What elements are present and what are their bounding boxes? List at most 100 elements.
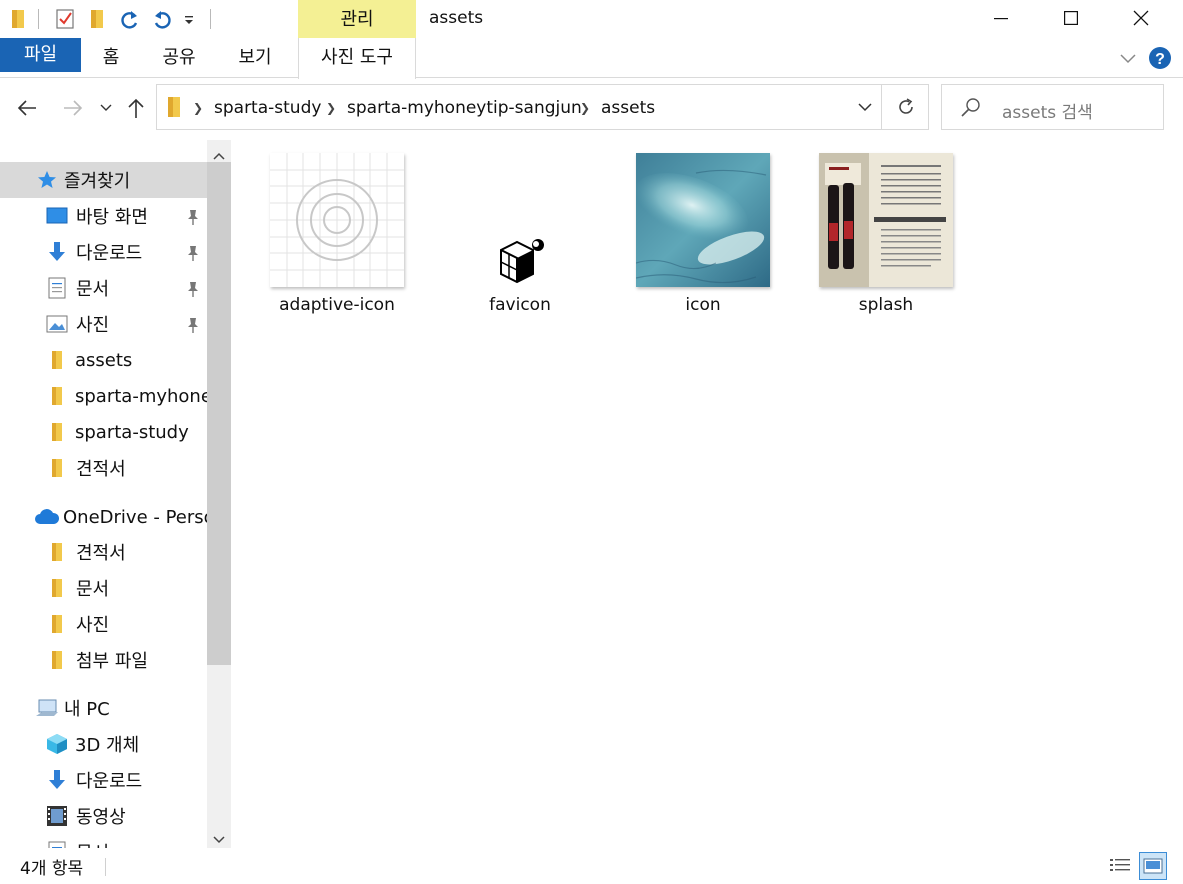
nav-sparta-study[interactable]: sparta-study: [0, 414, 207, 450]
desktop-icon: [46, 205, 68, 227]
folder-icon: [46, 349, 68, 371]
nav-onedrive-attachments[interactable]: 첨부 파일: [0, 642, 207, 678]
title-bar: 관리 assets: [0, 0, 1183, 38]
file-list: adaptive-icon favicon icon splash: [232, 140, 1183, 848]
tab-share[interactable]: 공유: [156, 38, 202, 78]
navigation-scrollbar[interactable]: [207, 140, 231, 848]
large-icons-view-button[interactable]: [1139, 852, 1167, 880]
cloud-icon: [34, 506, 60, 528]
folder-icon: [46, 421, 68, 443]
folder-icon: [167, 96, 181, 118]
splash-thumbnail: [819, 153, 953, 287]
chevron-right-icon: ❯: [193, 101, 204, 115]
svg-text:?: ?: [1155, 51, 1165, 68]
ribbon-expand-icon[interactable]: [1118, 50, 1138, 66]
scroll-down-icon[interactable]: [213, 830, 225, 850]
nav-videos[interactable]: 동영상: [0, 798, 207, 834]
adaptive-icon-thumbnail: [270, 153, 404, 287]
close-button[interactable]: [1106, 0, 1176, 36]
nav-assets[interactable]: assets: [0, 342, 207, 378]
folder-icon: [46, 541, 68, 563]
customize-toolbar-icon[interactable]: [183, 6, 195, 32]
file-item[interactable]: icon: [621, 140, 771, 320]
chevron-right-icon: ❯: [580, 101, 591, 115]
address-bar[interactable]: ❯ sparta-study ❯ sparta-myhoneytip-sangj…: [156, 84, 929, 130]
redo-icon[interactable]: [119, 6, 141, 32]
pin-icon: [188, 246, 198, 261]
folder-icon: [46, 457, 68, 479]
breadcrumb-assets[interactable]: assets: [601, 98, 655, 118]
chevron-right-icon: ❯: [326, 101, 337, 115]
file-name: adaptive-icon: [279, 295, 395, 315]
film-icon: [46, 805, 68, 827]
search-input[interactable]: assets 검색: [941, 84, 1164, 130]
icon-thumbnail: [633, 153, 770, 287]
up-button[interactable]: [122, 92, 150, 124]
pin-icon: [188, 210, 198, 225]
nav-pc-downloads[interactable]: 다운로드: [0, 762, 207, 798]
status-bar: 4개 항목: [0, 848, 1183, 884]
favicon-thumbnail: [453, 153, 587, 287]
nav-downloads[interactable]: 다운로드: [0, 234, 207, 270]
nav-desktop[interactable]: 바탕 화면: [0, 198, 207, 234]
cube-3d-icon: [46, 733, 68, 755]
details-view-button[interactable]: [1106, 852, 1134, 880]
undo-icon[interactable]: [151, 6, 173, 32]
folder-icon: [46, 385, 68, 407]
nav-documents[interactable]: 문서: [0, 270, 207, 306]
folder-icon: [46, 577, 68, 599]
folder-icon: [46, 649, 68, 671]
maximize-button[interactable]: [1036, 0, 1106, 36]
document-icon: [46, 277, 68, 299]
nav-onedrive-estimate[interactable]: 견적서: [0, 534, 207, 570]
window-title: assets: [429, 8, 484, 28]
pin-icon: [188, 318, 198, 333]
navigation-pane: 즐겨찾기 바탕 화면 다운로드 문서 사진 assets sparta-myho…: [0, 140, 207, 848]
breadcrumb-sparta-study[interactable]: sparta-study: [214, 98, 321, 118]
nav-estimate[interactable]: 견적서: [0, 450, 207, 486]
file-name: splash: [858, 295, 914, 315]
tab-file[interactable]: 파일: [0, 38, 81, 72]
nav-pc-documents[interactable]: 문서: [0, 834, 207, 848]
back-button[interactable]: [10, 92, 44, 124]
minimize-button[interactable]: [966, 0, 1036, 36]
refresh-button[interactable]: [881, 85, 929, 129]
breadcrumb-sparta-myhoneytip-sangjun[interactable]: sparta-myhoneytip-sangjun: [347, 98, 582, 118]
tab-home[interactable]: 홈: [88, 38, 134, 78]
tab-picture-tools[interactable]: 사진 도구: [298, 38, 416, 79]
picture-tools-group-label: 관리: [298, 0, 416, 38]
file-name: icon: [685, 295, 721, 315]
nav-sparta-myhoney[interactable]: sparta-myhoney: [0, 378, 207, 414]
file-item[interactable]: adaptive-icon: [255, 140, 405, 320]
nav-this-pc[interactable]: 내 PC: [0, 690, 207, 726]
download-icon: [46, 241, 68, 263]
nav-onedrive-pictures[interactable]: 사진: [0, 606, 207, 642]
pictures-icon: [46, 313, 68, 335]
nav-onedrive-documents[interactable]: 문서: [0, 570, 207, 606]
scroll-thumb[interactable]: [207, 162, 231, 665]
nav-3d-objects[interactable]: 3D 개체: [0, 726, 207, 762]
download-icon: [46, 769, 68, 791]
new-folder-icon[interactable]: [89, 6, 105, 32]
document-icon: [46, 841, 68, 848]
help-icon[interactable]: ?: [1148, 46, 1172, 70]
nav-onedrive[interactable]: OneDrive - Persor: [0, 499, 207, 535]
search-placeholder: assets 검색: [1002, 103, 1093, 123]
forward-button[interactable]: [56, 92, 90, 124]
folder-icon: [46, 613, 68, 635]
search-icon: [960, 97, 982, 119]
folder-icon: [10, 6, 26, 32]
tab-view[interactable]: 보기: [232, 38, 278, 78]
item-count: 4개 항목: [20, 859, 84, 879]
file-name: favicon: [489, 295, 551, 315]
star-icon: [36, 169, 58, 191]
address-dropdown-button[interactable]: [849, 85, 881, 129]
nav-quick-access[interactable]: 즐겨찾기: [0, 162, 207, 198]
ribbon-tabs: 파일 홈 공유 보기 사진 도구 ?: [0, 38, 1183, 79]
recent-locations-icon[interactable]: [96, 92, 116, 124]
file-item[interactable]: favicon: [438, 140, 588, 320]
file-item[interactable]: splash: [804, 140, 954, 320]
nav-pictures[interactable]: 사진: [0, 306, 207, 342]
computer-icon: [34, 697, 60, 719]
properties-icon[interactable]: [55, 6, 75, 32]
